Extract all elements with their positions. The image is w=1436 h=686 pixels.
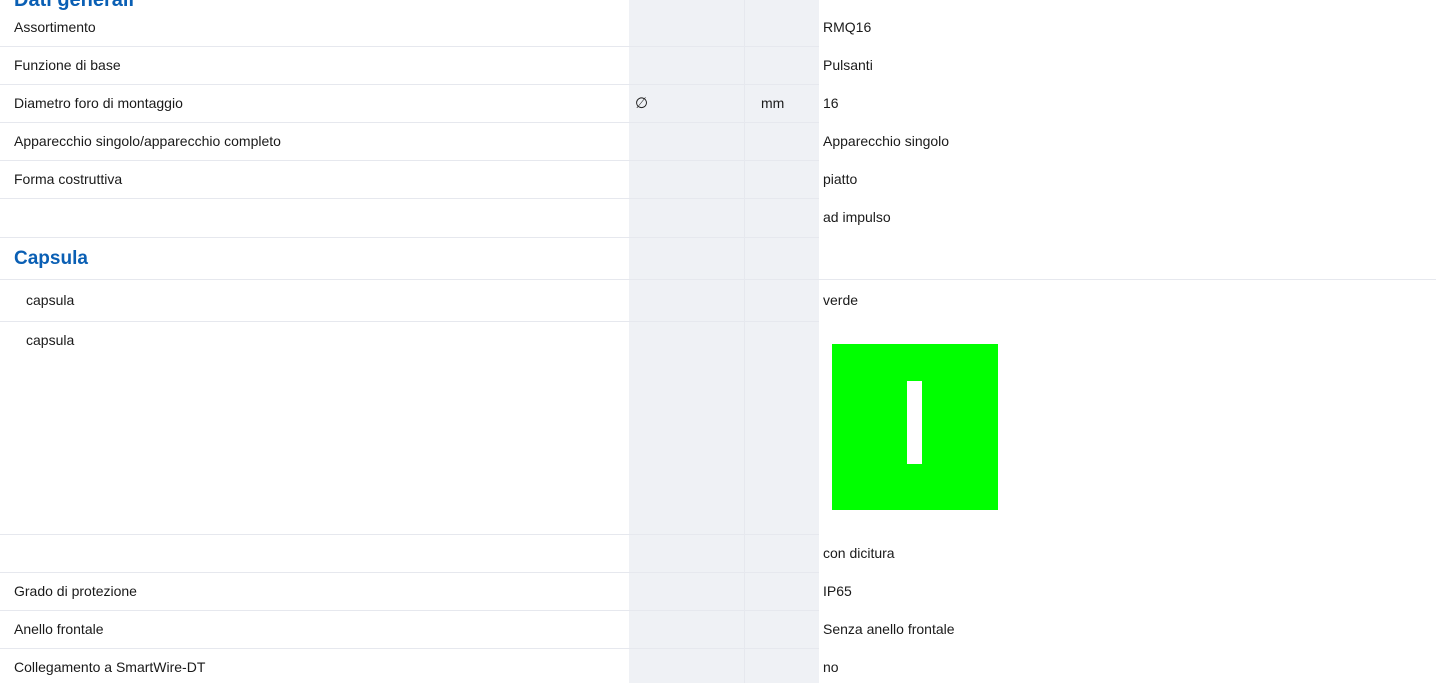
spec-row: ad impulso xyxy=(0,199,1436,238)
spec-label: Collegamento a SmartWire-DT xyxy=(14,659,206,675)
spec-value: 16 xyxy=(823,95,839,111)
spec-row: con dicitura xyxy=(0,535,1436,573)
section-title: Capsula xyxy=(14,248,88,269)
spec-value: Senza anello frontale xyxy=(823,621,955,637)
spec-value: Apparecchio singolo xyxy=(823,133,950,149)
spec-row: Forma costruttiva piatto xyxy=(0,161,1436,199)
spec-row: Diametro foro di montaggio ∅ mm 16 xyxy=(0,85,1436,123)
spec-label: Diametro foro di montaggio xyxy=(14,95,183,111)
spec-label: Forma costruttiva xyxy=(14,171,123,187)
spec-value: verde xyxy=(823,292,859,308)
spec-row: Apparecchio singolo/apparecchio completo… xyxy=(0,123,1436,161)
spec-label: Anello frontale xyxy=(14,621,104,637)
diameter-symbol: ∅ xyxy=(635,95,649,112)
spec-label: Grado di protezione xyxy=(14,583,137,599)
spec-label: Apparecchio singolo/apparecchio completo xyxy=(14,133,281,149)
spec-row: Funzione di base Pulsanti xyxy=(0,47,1436,85)
spec-row: Assortimento RMQ16 xyxy=(0,9,1436,47)
spec-label: capsula xyxy=(26,332,75,348)
spec-label: Assortimento xyxy=(14,19,96,35)
spec-row: Collegamento a SmartWire-DT no xyxy=(0,649,1436,684)
spec-value: RMQ16 xyxy=(823,19,872,35)
spec-value: Pulsanti xyxy=(823,57,873,73)
spec-row: Anello frontale Senza anello frontale xyxy=(0,611,1436,649)
spec-row: Grado di protezione IP65 xyxy=(0,573,1436,611)
spec-row: capsula verde xyxy=(0,280,1436,322)
marking-I-icon xyxy=(907,381,922,464)
spec-value: piatto xyxy=(823,171,858,187)
spec-label: capsula xyxy=(26,292,75,308)
spec-label: Funzione di base xyxy=(14,57,121,73)
green-cap-image xyxy=(832,344,998,510)
section-header-row: Capsula xyxy=(0,238,1436,280)
spec-value: IP65 xyxy=(823,583,852,599)
spec-value: con dicitura xyxy=(823,545,895,561)
spec-unit: mm xyxy=(761,95,785,111)
spec-sheet: Dati generali Assortimento RMQ16 Funzion… xyxy=(0,0,1436,684)
spec-value: ad impulso xyxy=(823,209,891,225)
spec-row: capsula xyxy=(0,322,1436,535)
spec-value: no xyxy=(823,659,839,675)
